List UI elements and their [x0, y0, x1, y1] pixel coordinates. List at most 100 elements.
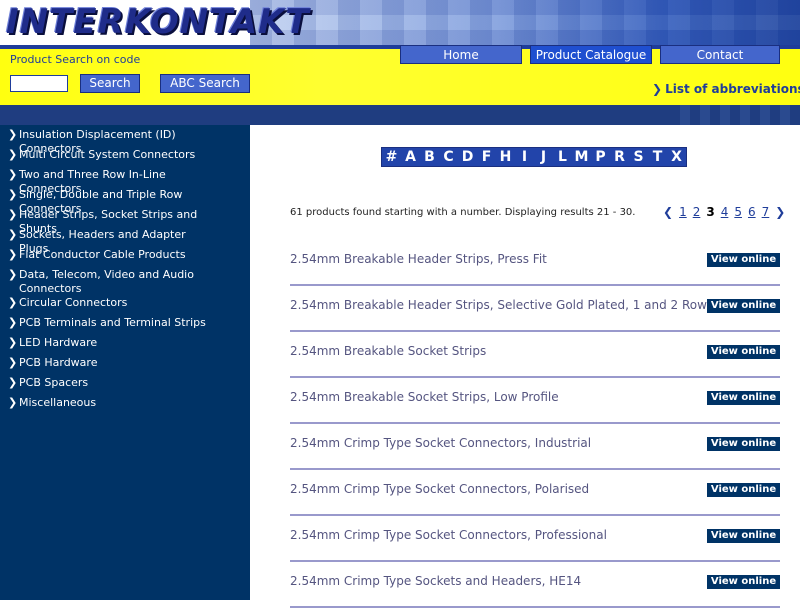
prev-page-icon[interactable]: ❮: [663, 205, 673, 219]
alphabet-index: # A B C D F H I J L M P R S T X: [381, 147, 687, 167]
view-online-button[interactable]: View online: [707, 253, 780, 267]
product-title[interactable]: 2.54mm Crimp Type Socket Connectors, Ind…: [290, 436, 591, 450]
alphabet-letter[interactable]: A: [401, 148, 420, 166]
chevron-right-icon: ❯: [8, 168, 18, 181]
alphabet-letter[interactable]: F: [477, 148, 496, 166]
alphabet-letter[interactable]: #: [382, 148, 401, 166]
product-title[interactable]: 2.54mm Breakable Socket Strips: [290, 344, 486, 358]
product-row: 2.54mm Crimp Type Socket Connectors, Pol…: [290, 470, 780, 516]
chevron-right-icon: ❯: [8, 336, 18, 349]
product-row: 2.54mm Crimp Type Socket Connectors, Ind…: [290, 424, 780, 470]
sidebar-item-label: Data, Telecom, Video and Audio Connector…: [19, 268, 194, 295]
chevron-right-icon: ❯: [8, 248, 18, 261]
page-link[interactable]: 7: [762, 205, 770, 219]
chevron-right-icon: ❯: [8, 356, 18, 369]
view-online-button[interactable]: View online: [707, 299, 780, 313]
search-button[interactable]: Search: [80, 74, 140, 93]
sidebar-item[interactable]: ❯ Miscellaneous: [0, 396, 209, 410]
product-title[interactable]: 2.54mm Breakable Header Strips, Press Fi…: [290, 252, 547, 266]
results-summary: 61 products found starting with a number…: [290, 207, 636, 218]
sidebar-item[interactable]: ❯ Circular Connectors: [0, 296, 209, 310]
chevron-right-icon: ❯: [8, 128, 18, 141]
category-list: ❯ Insulation Displacement (ID) Connectors…: [0, 125, 250, 409]
sidebar-item-label: Flat Conductor Cable Products: [19, 248, 186, 261]
view-online-button[interactable]: View online: [707, 529, 780, 543]
product-row: 2.54mm Breakable Header Strips, Press Fi…: [290, 240, 780, 286]
alphabet-letter[interactable]: R: [610, 148, 629, 166]
page-link[interactable]: 3: [706, 205, 714, 219]
alphabet-letter[interactable]: T: [648, 148, 667, 166]
view-online-button[interactable]: View online: [707, 437, 780, 451]
alphabet-letter[interactable]: L: [553, 148, 572, 166]
sidebar-item-label: PCB Terminals and Terminal Strips: [19, 316, 206, 329]
abbreviations-link[interactable]: ❯ List of abbreviations: [652, 82, 800, 96]
header-banner: INTERKONTAKT: [0, 0, 800, 45]
view-online-button[interactable]: View online: [707, 345, 780, 359]
alphabet-letter[interactable]: I: [515, 148, 534, 166]
sidebar-item[interactable]: ❯ Flat Conductor Cable Products: [0, 248, 209, 262]
sidebar-item-label: Multi Circuit System Connectors: [19, 148, 196, 161]
product-row: 2.54mm Crimp Type Sockets and Headers, H…: [290, 562, 780, 608]
abbreviations-link-label: List of abbreviations: [665, 82, 800, 96]
sidebar-item[interactable]: ❯ PCB Spacers: [0, 376, 209, 390]
sidebar-item[interactable]: ❯ PCB Hardware: [0, 356, 209, 370]
sidebar-item[interactable]: ❯ Multi Circuit System Connectors: [0, 148, 209, 162]
sidebar-item[interactable]: ❯ Data, Telecom, Video and Audio Connecto…: [0, 268, 209, 296]
product-code-input[interactable]: [10, 75, 68, 92]
logo-text: INTERKONTAKT: [6, 2, 310, 42]
chevron-right-icon: ❯: [8, 376, 18, 389]
alphabet-letter[interactable]: B: [420, 148, 439, 166]
chevron-right-icon: ❯: [8, 228, 18, 241]
alphabet-letter[interactable]: P: [591, 148, 610, 166]
product-row: 2.54mm Breakable Socket Strips View onlin…: [290, 332, 780, 378]
product-title[interactable]: 2.54mm Crimp Type Sockets and Headers, H…: [290, 574, 581, 588]
header-separator: [0, 105, 800, 125]
sidebar-item[interactable]: ❯ LED Hardware: [0, 336, 209, 350]
product-search-label: Product Search on code: [10, 53, 141, 66]
sidebar-item-label: LED Hardware: [19, 336, 98, 349]
nav-contact[interactable]: Contact: [660, 45, 780, 64]
chevron-right-icon: ❯: [8, 148, 18, 161]
alphabet-letter[interactable]: S: [629, 148, 648, 166]
alphabet-letter[interactable]: H: [496, 148, 515, 166]
sidebar-item[interactable]: ❯ PCB Terminals and Terminal Strips: [0, 316, 209, 330]
product-row: 2.54mm Crimp Type Socket Connectors, Pro…: [290, 516, 780, 562]
abc-search-button[interactable]: ABC Search: [160, 74, 250, 93]
view-online-button[interactable]: View online: [707, 483, 780, 497]
separator-pattern: [680, 105, 800, 125]
product-title[interactable]: 2.54mm Crimp Type Socket Connectors, Pol…: [290, 482, 589, 496]
category-sidebar: ❯ Insulation Displacement (ID) Connectors…: [0, 125, 250, 600]
chevron-right-icon: ❯: [8, 296, 18, 309]
sidebar-item-label: Circular Connectors: [19, 296, 128, 309]
page-link[interactable]: 4: [721, 205, 729, 219]
alphabet-letter[interactable]: J: [534, 148, 553, 166]
chevron-right-icon: ❯: [8, 188, 18, 201]
chevron-right-icon: ❯: [8, 268, 18, 281]
view-online-button[interactable]: View online: [707, 575, 780, 589]
sidebar-item-label: PCB Spacers: [19, 376, 89, 389]
view-online-button[interactable]: View online: [707, 391, 780, 405]
product-title[interactable]: 2.54mm Breakable Socket Strips, Low Prof…: [290, 390, 559, 404]
product-title[interactable]: 2.54mm Breakable Header Strips, Selectiv…: [290, 298, 713, 312]
main-content: # A B C D F H I J L M P R S T X 61 products found start…: [250, 125, 800, 608]
page-link[interactable]: 1: [679, 205, 687, 219]
alphabet-letter[interactable]: D: [458, 148, 477, 166]
nav-product-catalogue[interactable]: Product Catalogue: [530, 45, 652, 64]
sidebar-item-label: Miscellaneous: [19, 396, 97, 409]
chevron-right-icon: ❯: [652, 82, 663, 96]
chevron-right-icon: ❯: [8, 316, 18, 329]
page-link[interactable]: 2: [693, 205, 701, 219]
pagination: ❮ 1 2 3 4 5 6 7 ❯: [660, 205, 788, 219]
sidebar-item-label: PCB Hardware: [19, 356, 98, 369]
product-title[interactable]: 2.54mm Crimp Type Socket Connectors, Pro…: [290, 528, 607, 542]
alphabet-letter[interactable]: X: [667, 148, 686, 166]
chevron-right-icon: ❯: [8, 208, 18, 221]
page-link[interactable]: 5: [734, 205, 742, 219]
alphabet-letter[interactable]: M: [572, 148, 591, 166]
nav-home[interactable]: Home: [400, 45, 522, 64]
site-logo[interactable]: INTERKONTAKT: [6, 4, 310, 40]
product-row: 2.54mm Breakable Header Strips, Selectiv…: [290, 286, 780, 332]
next-page-icon[interactable]: ❯: [775, 205, 785, 219]
alphabet-letter[interactable]: C: [439, 148, 458, 166]
page-link[interactable]: 6: [748, 205, 756, 219]
